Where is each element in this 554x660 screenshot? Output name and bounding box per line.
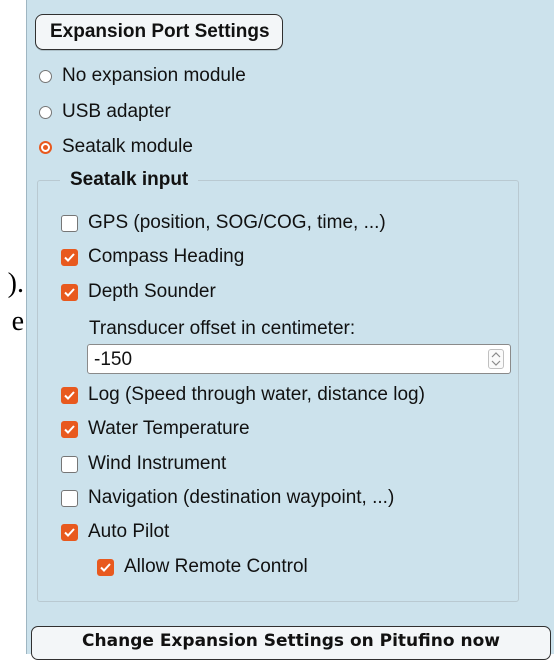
checkbox[interactable] — [61, 420, 78, 438]
checkbox-label: Auto Pilot — [88, 521, 170, 542]
apply-expansion-settings-button[interactable]: Change Expansion Settings on Pitufino no… — [31, 626, 551, 660]
checkbox-allow-remote-control[interactable]: Allow Remote Control — [97, 556, 308, 578]
panel-title: Expansion Port Settings — [35, 14, 283, 50]
transducer-offset-label: Transducer offset in centimeter: — [89, 318, 356, 339]
transducer-offset-input[interactable]: -150 — [87, 344, 511, 374]
radio-no-expansion[interactable]: No expansion module — [39, 65, 246, 87]
seatalk-input-legend: Seatalk input — [60, 169, 199, 191]
checkbox-log[interactable]: Log (Speed through water, distance log) — [61, 384, 425, 406]
checkbox[interactable] — [61, 386, 78, 404]
checkbox-label: Allow Remote Control — [124, 556, 308, 577]
expansion-port-panel: Expansion Port Settings No expansion mod… — [26, 0, 554, 660]
background-text-fragment: e — [11, 306, 24, 337]
number-spinner[interactable] — [488, 349, 504, 369]
checkbox-depth-sounder[interactable]: Depth Sounder — [61, 281, 216, 303]
radio-label: Seatalk module — [62, 136, 193, 157]
checkbox-label: Compass Heading — [88, 246, 245, 267]
checkbox-water-temperature[interactable]: Water Temperature — [61, 418, 250, 440]
checkbox[interactable] — [97, 558, 114, 576]
checkbox-navigation[interactable]: Navigation (destination waypoint, ...) — [61, 487, 394, 509]
checkbox-compass-heading[interactable]: Compass Heading — [61, 246, 244, 268]
checkbox-wind-instrument[interactable]: Wind Instrument — [61, 453, 226, 475]
radio-button[interactable] — [39, 105, 52, 119]
radio-label: No expansion module — [62, 65, 246, 86]
checkbox-label: Navigation (destination waypoint, ...) — [88, 487, 395, 508]
checkbox-gps[interactable]: GPS (position, SOG/COG, time, ...) — [61, 212, 386, 234]
checkbox[interactable] — [61, 523, 78, 541]
radio-button[interactable] — [39, 140, 52, 154]
checkbox[interactable] — [61, 248, 78, 266]
radio-usb-adapter[interactable]: USB adapter — [39, 101, 171, 123]
checkbox-label: Log (Speed through water, distance log) — [88, 384, 425, 405]
background-document-strip: ). e — [0, 0, 26, 654]
checkbox[interactable] — [61, 455, 78, 473]
checkbox[interactable] — [61, 214, 78, 232]
background-text-fragment: ). — [7, 268, 24, 299]
checkbox[interactable] — [61, 489, 78, 507]
checkbox-label: Depth Sounder — [88, 281, 216, 302]
radio-button[interactable] — [39, 69, 52, 83]
radio-label: USB adapter — [62, 101, 171, 122]
checkbox-label: Wind Instrument — [88, 453, 227, 474]
checkbox-label: Water Temperature — [88, 418, 250, 439]
radio-seatalk-module[interactable]: Seatalk module — [39, 136, 193, 158]
transducer-offset-value: -150 — [94, 349, 133, 370]
checkbox[interactable] — [61, 283, 78, 301]
checkbox-label: GPS (position, SOG/COG, time, ...) — [88, 212, 386, 233]
checkbox-auto-pilot[interactable]: Auto Pilot — [61, 521, 169, 543]
